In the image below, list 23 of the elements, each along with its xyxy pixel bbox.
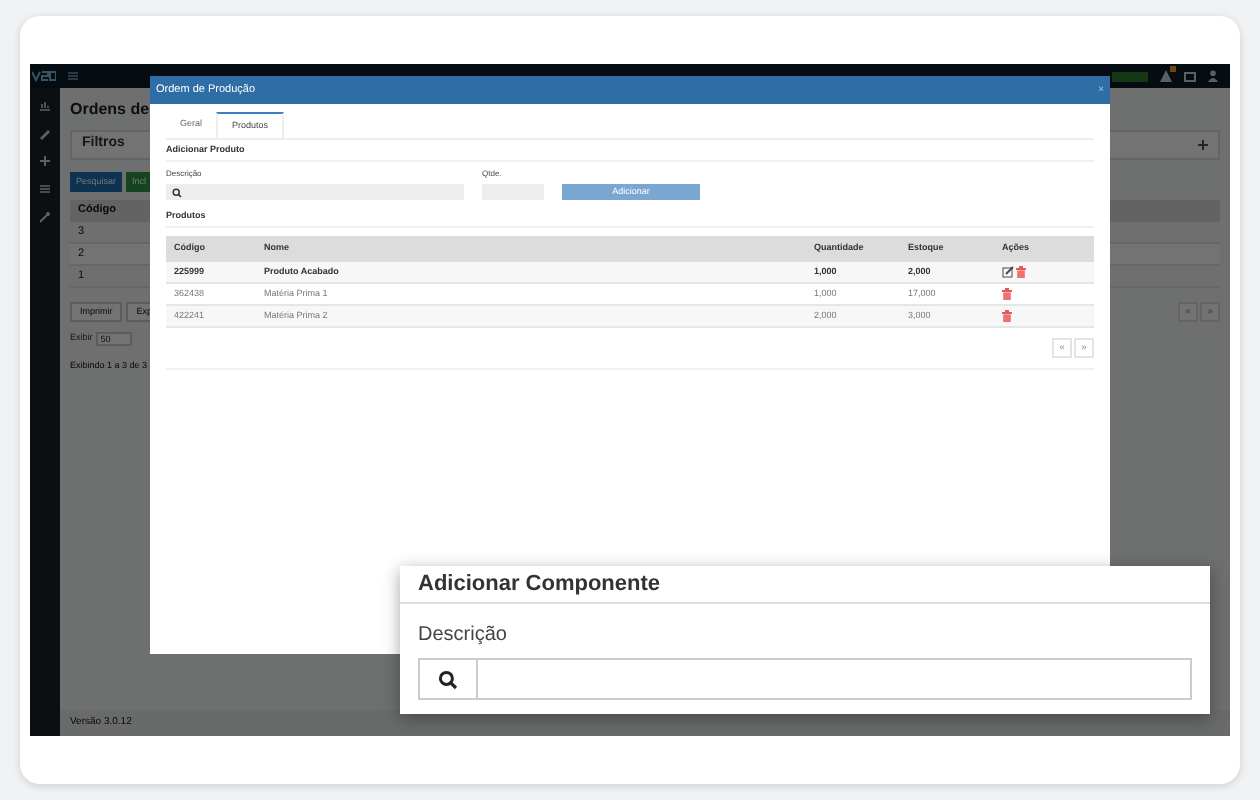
callout-title: Adicionar Componente <box>418 569 661 600</box>
status-badge <box>1112 71 1148 81</box>
wrench-icon <box>40 212 50 224</box>
notification-badge <box>1170 66 1176 72</box>
description-field[interactable] <box>418 658 1192 700</box>
trash-icon <box>1002 310 1012 322</box>
window-icon <box>1184 71 1196 81</box>
user-icon <box>1208 70 1218 82</box>
logo-icon <box>32 70 56 82</box>
search-icon <box>172 187 182 197</box>
trash-icon <box>1016 266 1026 278</box>
trash-icon <box>1002 288 1012 300</box>
list-icon <box>40 184 50 196</box>
menu-icon <box>68 72 78 80</box>
warning-icon <box>1160 70 1172 82</box>
chart-icon <box>40 100 50 112</box>
field-label: Descrição <box>416 622 509 650</box>
description-field[interactable] <box>166 184 464 200</box>
plus-icon <box>1198 140 1208 150</box>
plus-icon <box>40 156 50 168</box>
pencil-icon <box>40 128 50 140</box>
search-icon <box>438 669 458 689</box>
page-title: Ordens de <box>70 98 150 122</box>
